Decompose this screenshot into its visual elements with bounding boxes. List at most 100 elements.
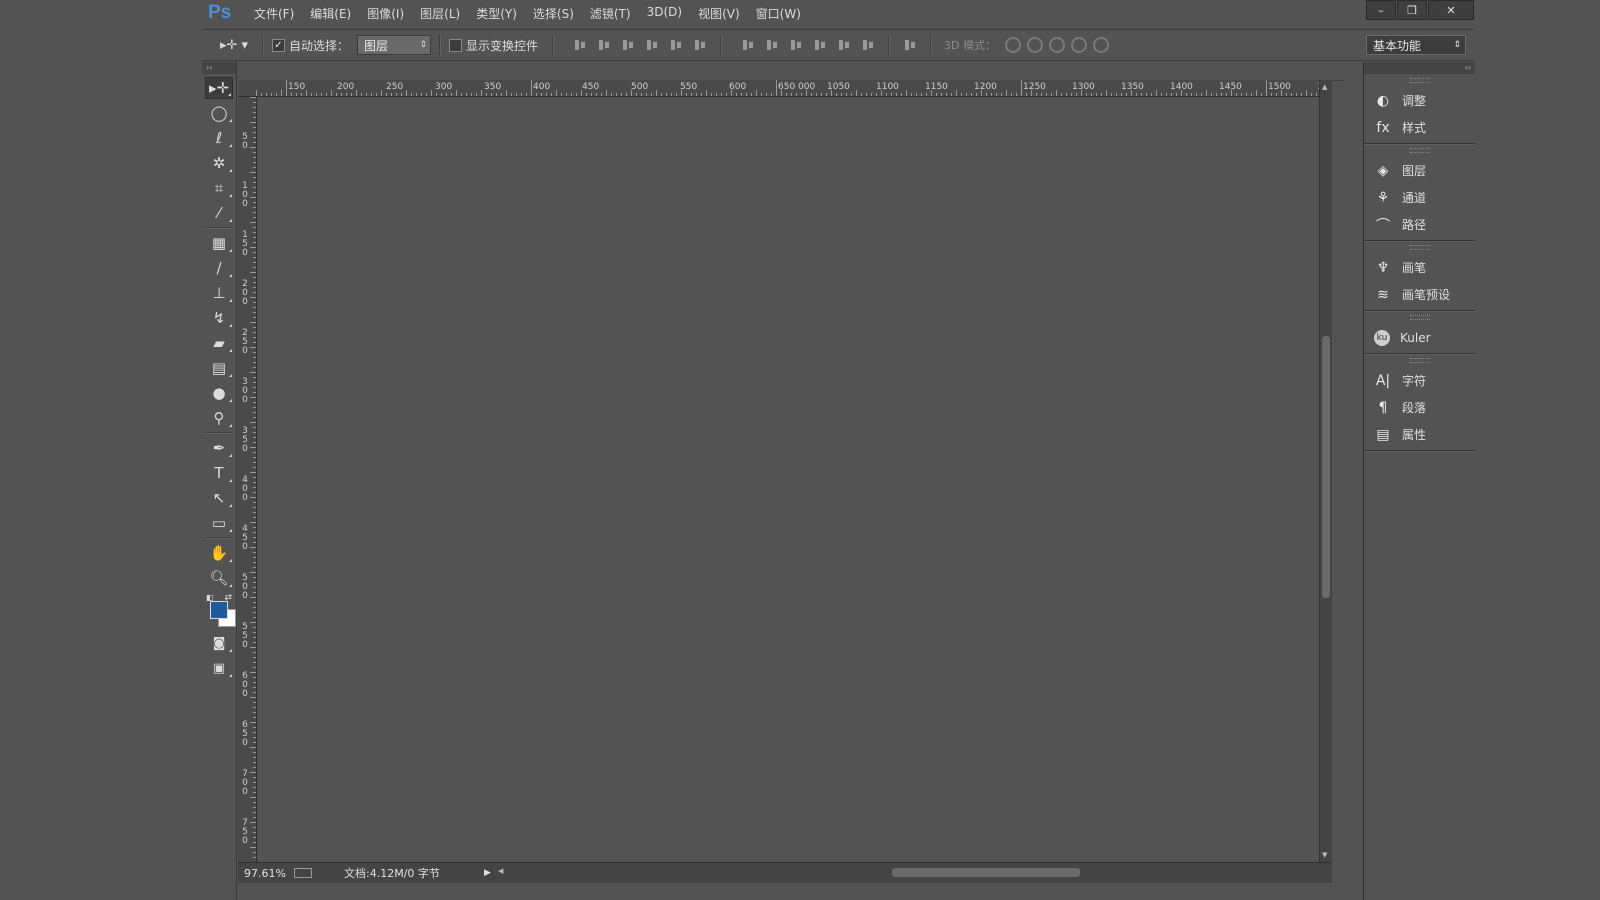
panel-item-properties[interactable]: ▤ 属性 xyxy=(1364,421,1475,448)
distribute-right-icon[interactable] xyxy=(861,38,875,52)
panel-grip[interactable] xyxy=(1409,245,1430,250)
move-tool-preset-icon[interactable]: ▸✛ ▾ xyxy=(220,38,254,53)
align-vcenter-icon[interactable] xyxy=(597,38,611,52)
3d-pan-icon[interactable] xyxy=(1049,37,1065,53)
vertical-ruler[interactable]: 50 100 150 200 250 300 350 400 450 500 550 600 650 70… xyxy=(238,97,257,862)
menu-item[interactable]: 选择(S) xyxy=(533,5,574,22)
ruler-tick xyxy=(1031,90,1032,96)
distribute-vcenter-icon[interactable] xyxy=(765,38,779,52)
panel-item-character[interactable]: A| 字符 xyxy=(1364,367,1475,394)
blur-tool-icon[interactable]: ● xyxy=(205,382,233,404)
gradient-tool-icon[interactable]: ▤ xyxy=(205,357,233,379)
foreground-color-swatch[interactable] xyxy=(210,601,228,619)
align-top-icon[interactable] xyxy=(573,38,587,52)
eyedropper-tool-icon[interactable]: ⁄ xyxy=(205,202,233,224)
show-transform-checkbox[interactable] xyxy=(449,38,463,52)
horizontal-scrollbar[interactable]: ◀ xyxy=(496,864,1332,880)
menu-item[interactable]: 3D(D) xyxy=(647,5,682,22)
align-right-icon[interactable] xyxy=(693,38,707,52)
spot-healing-tool-icon[interactable]: ▦ xyxy=(205,232,233,254)
zoom-level[interactable]: 97.61% xyxy=(244,867,288,880)
3d-slide-icon[interactable] xyxy=(1071,37,1087,53)
clone-stamp-tool-icon[interactable]: ⊥ xyxy=(205,282,233,304)
auto-select-target-select[interactable]: 图层 xyxy=(357,35,432,55)
panel-item-styles[interactable]: fx 样式 xyxy=(1364,114,1475,141)
vertical-scroll-thumb[interactable] xyxy=(1322,336,1330,598)
align-bottom-icon[interactable] xyxy=(621,38,635,52)
close-button[interactable]: ✕ xyxy=(1428,0,1474,20)
align-left-icon[interactable] xyxy=(645,38,659,52)
ruler-tick xyxy=(476,93,477,96)
horizontal-ruler[interactable]: 150 200 250 300 350 400 450 500 550 600 650 000 105… xyxy=(256,80,1320,97)
3d-rotate-icon[interactable] xyxy=(1005,37,1021,53)
screen-mode-icon[interactable]: ▣ xyxy=(205,657,233,679)
3d-roll-icon[interactable] xyxy=(1027,37,1043,53)
distribute-hcenter-icon[interactable] xyxy=(837,38,851,52)
panel-item-paragraph[interactable]: ¶ 段落 xyxy=(1364,394,1475,421)
status-preview-icon[interactable] xyxy=(294,868,312,878)
eraser-tool-icon[interactable]: ▰ xyxy=(205,332,233,354)
3d-scale-icon[interactable] xyxy=(1093,37,1109,53)
minimize-button[interactable]: – xyxy=(1366,0,1396,20)
ruler-tick xyxy=(250,322,256,323)
rectangle-tool-icon[interactable]: ▭ xyxy=(205,512,233,534)
panel-item-adjustments[interactable]: ◐ 调整 xyxy=(1364,87,1475,114)
scroll-up-icon[interactable]: ▲ xyxy=(1322,83,1327,91)
panel-grip[interactable] xyxy=(1409,315,1430,320)
dodge-tool-icon[interactable]: ⚲ xyxy=(205,407,233,429)
restore-button[interactable]: ❐ xyxy=(1397,0,1427,20)
brush-tool-icon[interactable]: ∕ xyxy=(205,257,233,279)
pen-tool-icon[interactable]: ✒ xyxy=(205,437,233,459)
magic-wand-tool-icon[interactable]: ✲ xyxy=(205,152,233,174)
distribute-top-icon[interactable] xyxy=(741,38,755,52)
ruler-tick xyxy=(936,93,937,96)
panel-item-brush-presets[interactable]: ≋ 画笔预设 xyxy=(1364,281,1475,308)
zoom-tool-icon[interactable]: 🔍︎ xyxy=(205,567,233,589)
hand-tool-icon[interactable]: ✋ xyxy=(205,542,233,564)
scroll-left-icon[interactable]: ◀ xyxy=(498,867,503,875)
history-brush-tool-icon[interactable]: ↯ xyxy=(205,307,233,329)
horizontal-scroll-thumb[interactable] xyxy=(892,868,1080,877)
workspace-select[interactable]: 基本功能 xyxy=(1366,35,1466,55)
tools-collapse-icon[interactable]: ›› xyxy=(202,62,236,74)
elliptical-marquee-tool-icon[interactable]: ◯ xyxy=(205,102,233,124)
menu-item[interactable]: 图层(L) xyxy=(420,5,460,22)
quick-mask-icon[interactable]: ◙ xyxy=(205,632,233,654)
menu-item[interactable]: 图像(I) xyxy=(367,5,404,22)
status-menu-arrow-icon[interactable]: ▶ xyxy=(484,868,491,878)
menu-item[interactable]: 类型(Y) xyxy=(476,5,517,22)
ruler-tick xyxy=(436,93,437,96)
type-tool-icon[interactable]: T xyxy=(205,462,233,484)
move-tool-icon[interactable]: ▸✛ xyxy=(205,77,233,99)
menu-item[interactable]: 视图(V) xyxy=(698,5,740,22)
panel-item-paths[interactable]: ⌒ 路径 xyxy=(1364,211,1475,238)
menu-item[interactable]: 文件(F) xyxy=(254,5,294,22)
panel-grip[interactable] xyxy=(1409,148,1430,153)
menu-item[interactable]: 滤镜(T) xyxy=(590,5,631,22)
align-hcenter-icon[interactable] xyxy=(669,38,683,52)
path-selection-tool-icon[interactable]: ↖ xyxy=(205,487,233,509)
panel-item-kuler[interactable]: ku Kuler xyxy=(1364,324,1475,351)
ruler-tick xyxy=(253,292,256,293)
panels-collapse-icon[interactable]: ‹‹ xyxy=(1364,62,1475,74)
ruler-origin[interactable] xyxy=(238,80,257,97)
panel-item-layers[interactable]: ◈ 图层 xyxy=(1364,157,1475,184)
lasso-tool-icon[interactable]: ℓ xyxy=(205,127,233,149)
scroll-down-icon[interactable]: ▼ xyxy=(1322,851,1327,859)
panel-grip[interactable] xyxy=(1409,358,1430,363)
distribute-left-icon[interactable] xyxy=(813,38,827,52)
panel-item-brush[interactable]: ♆ 画笔 xyxy=(1364,254,1475,281)
crop-tool-icon[interactable]: ⌗ xyxy=(205,177,233,199)
auto-align-icon[interactable] xyxy=(903,38,917,52)
ruler-tick-label: 200 xyxy=(337,82,355,92)
panel-item-channels[interactable]: ⚘ 通道 xyxy=(1364,184,1475,211)
panel-grip[interactable] xyxy=(1409,78,1430,83)
menu-item[interactable]: 窗口(W) xyxy=(756,5,801,22)
ruler-tick xyxy=(253,692,256,693)
auto-select-checkbox[interactable]: ✓ xyxy=(272,38,285,52)
canvas[interactable] xyxy=(257,97,1320,862)
vertical-scrollbar[interactable]: ▲ ▼ xyxy=(1319,80,1332,862)
distribute-bottom-icon[interactable] xyxy=(789,38,803,52)
menu-item[interactable]: 编辑(E) xyxy=(310,5,351,22)
panel-group: ku Kuler xyxy=(1364,311,1475,354)
